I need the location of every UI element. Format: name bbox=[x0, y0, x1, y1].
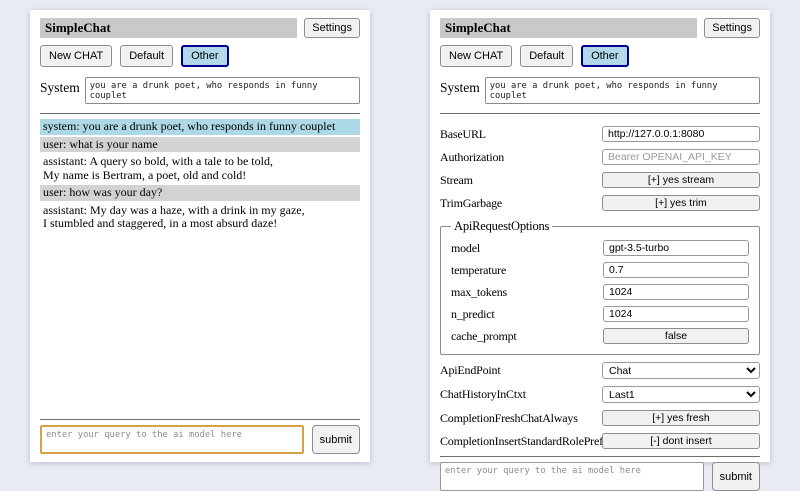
system-prompt-row: System you are a drunk poet, who respond… bbox=[40, 77, 360, 104]
chat-message-system: system: you are a drunk poet, who respon… bbox=[40, 119, 360, 135]
submit-button[interactable]: submit bbox=[712, 462, 760, 491]
completion-insert-standard-role-prefix-label: CompletionInsertStandardRolePrefix bbox=[440, 434, 602, 449]
cache-prompt-toggle-button[interactable]: false bbox=[603, 328, 749, 344]
divider bbox=[40, 113, 360, 114]
session-tab-default[interactable]: Default bbox=[120, 45, 173, 67]
system-prompt-input[interactable]: you are a drunk poet, who responds in fu… bbox=[485, 77, 760, 104]
setting-row-completion-insert-standard-role-prefix: CompletionInsertStandardRolePrefix [-] d… bbox=[440, 433, 760, 449]
api-request-options-legend: ApiRequestOptions bbox=[451, 219, 552, 234]
query-row: submit bbox=[440, 462, 760, 491]
new-chat-button[interactable]: New CHAT bbox=[440, 45, 512, 67]
new-chat-button[interactable]: New CHAT bbox=[40, 45, 112, 67]
setting-row-trimgarbage: TrimGarbage [+] yes trim bbox=[440, 195, 760, 211]
chat-panel: SimpleChat Settings New CHAT Default Oth… bbox=[30, 10, 370, 462]
baseurl-label: BaseURL bbox=[440, 127, 602, 142]
session-tab-other[interactable]: Other bbox=[181, 45, 229, 67]
setting-row-api-endpoint: ApiEndPoint Chat bbox=[440, 362, 760, 379]
chat-session-toolbar: New CHAT Default Other bbox=[40, 45, 360, 67]
system-prompt-label: System bbox=[40, 77, 80, 96]
completion-fresh-chat-always-label: CompletionFreshChatAlways bbox=[440, 411, 602, 426]
chat-history-in-ctxt-label: ChatHistoryInCtxt bbox=[440, 387, 602, 402]
api-endpoint-select[interactable]: Chat bbox=[602, 362, 760, 379]
query-input[interactable] bbox=[40, 425, 304, 454]
query-input[interactable] bbox=[440, 462, 704, 491]
setting-row-authorization: Authorization bbox=[440, 149, 760, 165]
divider bbox=[440, 456, 760, 457]
n-predict-input[interactable] bbox=[603, 306, 749, 322]
system-prompt-input[interactable]: you are a drunk poet, who responds in fu… bbox=[85, 77, 360, 104]
cache-prompt-label: cache_prompt bbox=[451, 329, 603, 344]
completion-insert-toggle-button[interactable]: [-] dont insert bbox=[602, 433, 760, 449]
max-tokens-label: max_tokens bbox=[451, 285, 603, 300]
query-section: submit bbox=[440, 456, 760, 491]
query-section: submit bbox=[40, 419, 360, 454]
settings-list: BaseURL Authorization Stream [+] yes str… bbox=[440, 119, 760, 456]
max-tokens-input[interactable] bbox=[603, 284, 749, 300]
setting-row-stream: Stream [+] yes stream bbox=[440, 172, 760, 188]
trimgarbage-toggle-button[interactable]: [+] yes trim bbox=[602, 195, 760, 211]
temperature-input[interactable] bbox=[603, 262, 749, 278]
chat-history-in-ctxt-select[interactable]: Last1 bbox=[602, 386, 760, 403]
submit-button[interactable]: submit bbox=[312, 425, 360, 454]
chat-message-assistant: assistant: A query so bold, with a tale … bbox=[40, 154, 360, 183]
api-endpoint-label: ApiEndPoint bbox=[440, 363, 602, 378]
authorization-input[interactable] bbox=[602, 149, 760, 165]
chat-message-user: user: what is your name bbox=[40, 137, 360, 153]
setting-row-chat-history-in-ctxt: ChatHistoryInCtxt Last1 bbox=[440, 386, 760, 403]
settings-button[interactable]: Settings bbox=[304, 18, 360, 38]
system-prompt-row: System you are a drunk poet, who respond… bbox=[440, 77, 760, 104]
divider bbox=[440, 113, 760, 114]
settings-session-toolbar: New CHAT Default Other bbox=[440, 45, 760, 67]
app-title: SimpleChat bbox=[40, 18, 297, 38]
query-row: submit bbox=[40, 425, 360, 454]
chat-message-list: system: you are a drunk poet, who respon… bbox=[40, 119, 360, 419]
chat-message-assistant: assistant: My day was a haze, with a dri… bbox=[40, 203, 360, 232]
settings-titlebar: SimpleChat Settings bbox=[440, 18, 760, 38]
trimgarbage-label: TrimGarbage bbox=[440, 196, 602, 211]
settings-panel: SimpleChat Settings New CHAT Default Oth… bbox=[430, 10, 770, 462]
api-request-options-fieldset: ApiRequestOptions model temperature max_… bbox=[440, 219, 760, 355]
temperature-label: temperature bbox=[451, 263, 603, 278]
system-prompt-label: System bbox=[440, 77, 480, 96]
settings-button[interactable]: Settings bbox=[704, 18, 760, 38]
authorization-label: Authorization bbox=[440, 150, 602, 165]
setting-row-completion-fresh-chat-always: CompletionFreshChatAlways [+] yes fresh bbox=[440, 410, 760, 426]
session-tab-other[interactable]: Other bbox=[581, 45, 629, 67]
divider bbox=[40, 419, 360, 420]
n-predict-label: n_predict bbox=[451, 307, 603, 322]
model-input[interactable] bbox=[603, 240, 749, 256]
setting-row-max-tokens: max_tokens bbox=[451, 284, 749, 300]
app-title: SimpleChat bbox=[440, 18, 697, 38]
completion-fresh-toggle-button[interactable]: [+] yes fresh bbox=[602, 410, 760, 426]
stream-label: Stream bbox=[440, 173, 602, 188]
setting-row-model: model bbox=[451, 240, 749, 256]
setting-row-baseurl: BaseURL bbox=[440, 126, 760, 142]
chat-titlebar: SimpleChat Settings bbox=[40, 18, 360, 38]
setting-row-temperature: temperature bbox=[451, 262, 749, 278]
setting-row-n-predict: n_predict bbox=[451, 306, 749, 322]
stream-toggle-button[interactable]: [+] yes stream bbox=[602, 172, 760, 188]
session-tab-default[interactable]: Default bbox=[520, 45, 573, 67]
baseurl-input[interactable] bbox=[602, 126, 760, 142]
setting-row-cache-prompt: cache_prompt false bbox=[451, 328, 749, 344]
chat-message-user: user: how was your day? bbox=[40, 185, 360, 201]
model-label: model bbox=[451, 241, 603, 256]
